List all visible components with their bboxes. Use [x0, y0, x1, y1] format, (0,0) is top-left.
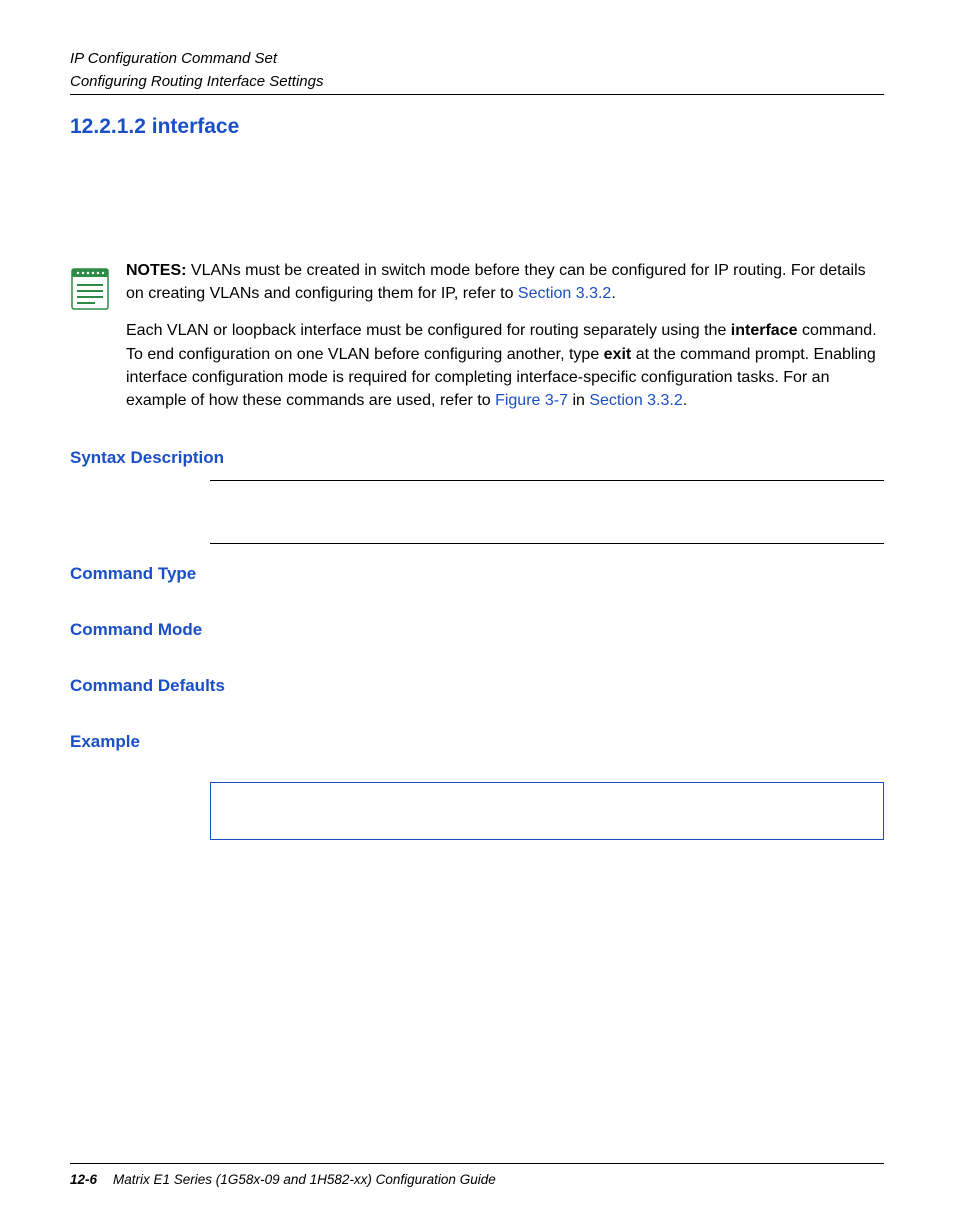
page-number: 12-6 — [70, 1172, 97, 1187]
note2-text-a: Each VLAN or loopback interface must be … — [126, 322, 731, 339]
note2-text-e: . — [683, 392, 687, 409]
example-code-box — [210, 782, 884, 840]
syntax-description-table — [210, 480, 884, 544]
table-row — [210, 480, 884, 543]
header-divider — [70, 94, 884, 95]
page-footer: 12-6 Matrix E1 Series (1G58x-09 and 1H582… — [70, 1155, 884, 1187]
note1-text-b: . — [611, 285, 615, 302]
section-title: 12.2.1.2 interface — [70, 115, 884, 139]
link-section-332-b[interactable]: Section 3.3.2 — [589, 392, 682, 409]
note2-text-d: in — [568, 392, 589, 409]
notes-block: NOTES: VLANs must be created in switch m… — [70, 259, 884, 426]
heading-command-type: Command Type — [70, 564, 884, 584]
running-header: IP Configuration Command Set Configuring… — [70, 50, 884, 95]
link-figure-3-7[interactable]: Figure 3-7 — [495, 392, 568, 409]
note1-text-a: VLANs must be created in switch mode bef… — [126, 262, 866, 302]
heading-syntax-description: Syntax Description — [70, 448, 884, 468]
footer-divider — [70, 1163, 884, 1164]
header-subsection: Configuring Routing Interface Settings — [70, 73, 884, 90]
notepad-icon — [70, 263, 110, 311]
table-divider — [210, 543, 884, 544]
note2-bold-exit: exit — [604, 346, 632, 363]
heading-example: Example — [70, 732, 884, 752]
notes-text: NOTES: VLANs must be created in switch m… — [126, 259, 884, 426]
link-section-332-a[interactable]: Section 3.3.2 — [518, 285, 611, 302]
note2-bold-interface: interface — [731, 322, 798, 339]
notes-label: NOTES: — [126, 262, 186, 279]
heading-command-mode: Command Mode — [70, 620, 884, 640]
guide-title: Matrix E1 Series (1G58x-09 and 1H582-xx)… — [113, 1172, 496, 1187]
header-chapter: IP Configuration Command Set — [70, 50, 884, 67]
heading-command-defaults: Command Defaults — [70, 676, 884, 696]
